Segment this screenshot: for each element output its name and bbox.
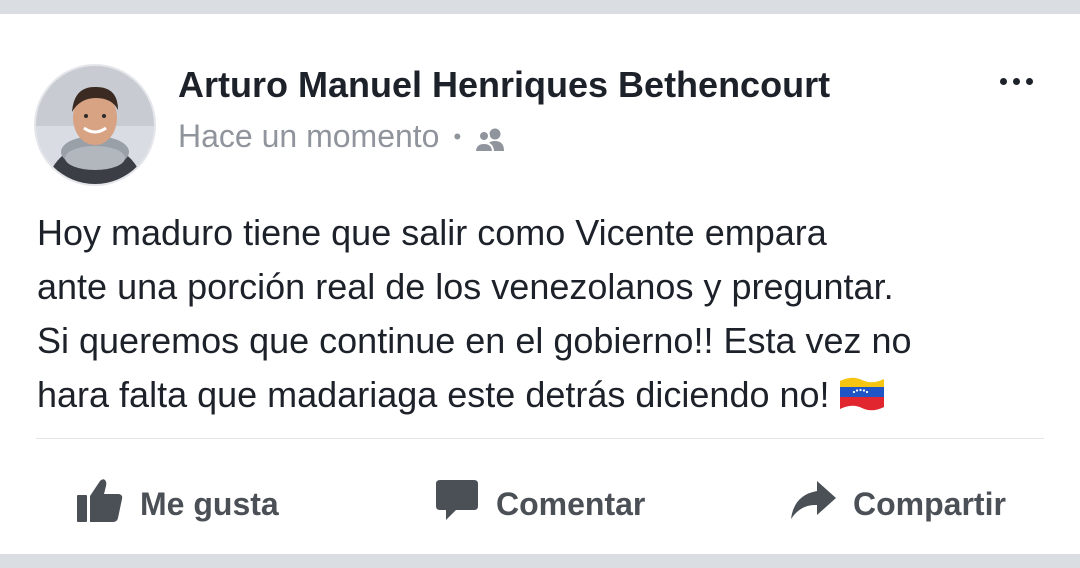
post-text: Hoy maduro tiene que salir como Vicente … — [37, 206, 1047, 428]
author-name[interactable]: Arturo Manuel Henriques Bethencourt — [178, 64, 830, 106]
comment-label: Comentar — [496, 485, 646, 522]
post-meta: Hace un momento • — [178, 118, 507, 155]
divider — [36, 438, 1044, 439]
timestamp[interactable]: Hace un momento — [178, 118, 439, 155]
friends-icon[interactable] — [473, 124, 507, 153]
avatar[interactable] — [36, 66, 154, 184]
meta-separator: • — [453, 123, 462, 149]
post-card: Arturo Manuel Henriques Bethencourt Hace… — [0, 14, 1080, 554]
venezuela-flag-icon — [838, 374, 886, 428]
like-button[interactable]: Me gusta — [76, 474, 279, 534]
comment-button[interactable]: Comentar — [434, 474, 645, 534]
thumbs-up-icon — [76, 477, 124, 531]
more-options-icon[interactable] — [996, 66, 1036, 96]
like-label: Me gusta — [140, 485, 279, 522]
share-button[interactable]: Compartir — [789, 474, 1006, 534]
share-arrow-icon — [789, 479, 837, 529]
share-label: Compartir — [853, 485, 1006, 522]
comment-icon — [434, 478, 480, 530]
post-body: Hoy maduro tiene que salir como Vicente … — [37, 212, 912, 415]
action-bar: Me gusta Comentar Compartir — [0, 474, 1080, 534]
